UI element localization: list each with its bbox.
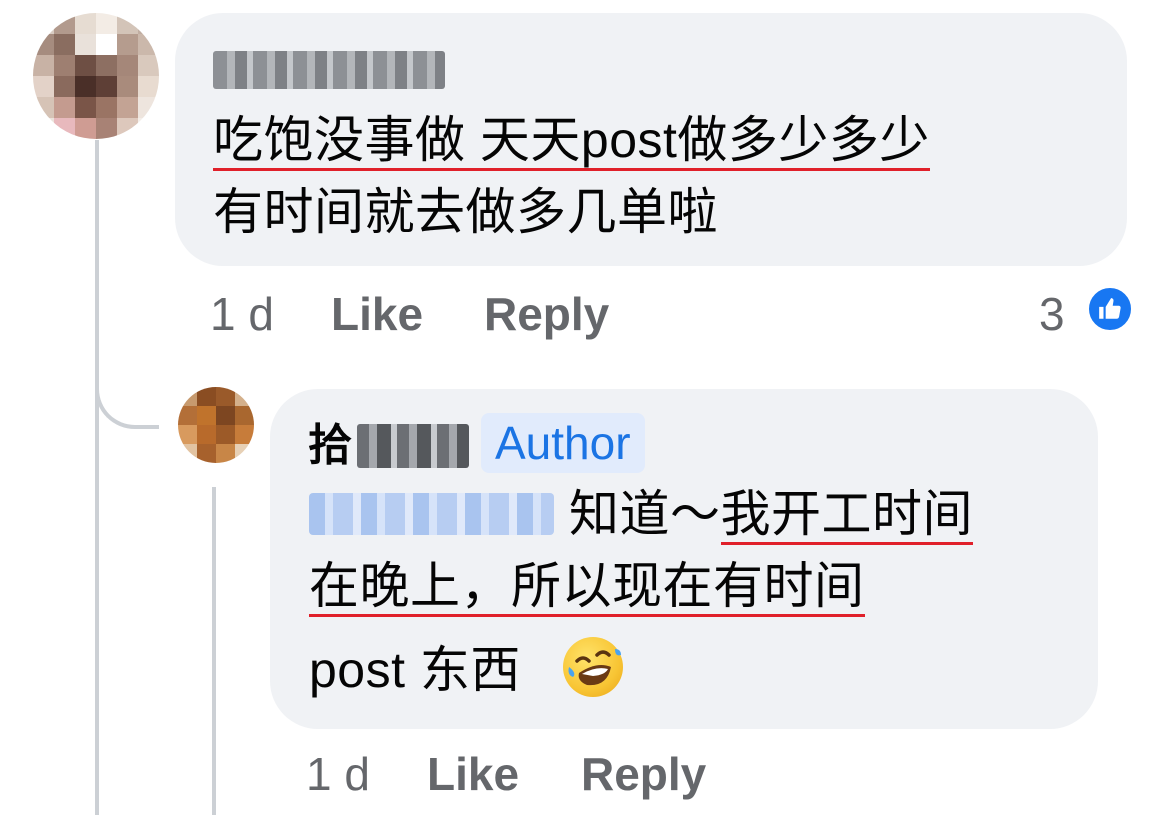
author-name[interactable]: 拾 (308, 421, 352, 471)
thread-connector-curve (95, 370, 159, 429)
comment-text-line-1: 吃饱没事做 天天post做多少多少 (213, 110, 930, 171)
comment-text-line-2: 有时间就去做多几单啦 (213, 184, 718, 240)
reply-thread-connector (212, 487, 216, 815)
rolling-on-floor-laughing-emoji (563, 637, 623, 697)
comment-text-highlighted: 吃饱没事做 天天post做多少多少 (213, 112, 930, 171)
author-name-redacted[interactable] (357, 424, 469, 468)
reply-button[interactable]: Reply (484, 288, 609, 340)
reply-timestamp[interactable]: 1 d (306, 748, 370, 800)
reaction-count[interactable]: 3 (1039, 288, 1065, 340)
reply-reply-button[interactable]: Reply (581, 748, 706, 800)
commenter-avatar[interactable] (33, 13, 159, 139)
reply-like-button[interactable]: Like (427, 748, 519, 800)
reply-text-line-1: 知道～我开工时间 (569, 484, 973, 545)
mention-tag-redacted[interactable] (309, 493, 554, 535)
commenter-name-redacted[interactable] (213, 51, 445, 89)
like-reaction-icon[interactable] (1086, 285, 1134, 333)
reply-text-line-3: post 东西 (309, 642, 521, 698)
reply-text-plain: 知道～ (569, 486, 721, 542)
like-button[interactable]: Like (331, 288, 423, 340)
author-avatar[interactable] (178, 387, 254, 463)
author-badge: Author (481, 413, 645, 473)
reply-text-line-2: 在晚上，所以现在有时间 (309, 556, 865, 617)
reply-text-highlighted-2: 在晚上，所以现在有时间 (309, 558, 865, 617)
comment-timestamp[interactable]: 1 d (210, 288, 274, 340)
reply-text-highlighted: 我开工时间 (720, 486, 973, 545)
thread-connector-vertical (95, 140, 99, 815)
